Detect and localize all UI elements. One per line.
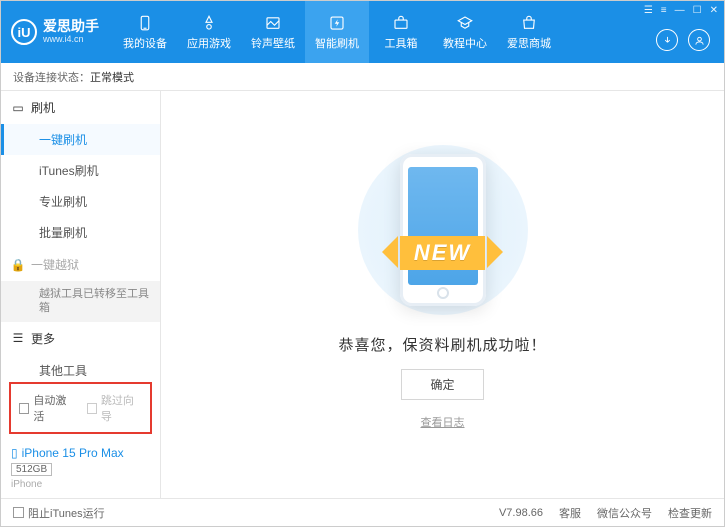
phone-icon: ▯	[11, 446, 18, 460]
group-label: 一键越狱	[31, 256, 79, 273]
highlight-box: 自动激活 跳过向导	[9, 382, 152, 434]
footer-link-support[interactable]: 客服	[559, 505, 581, 521]
sidebar-group-jailbreak[interactable]: 🔒 一键越狱	[1, 248, 160, 281]
flash-icon	[327, 14, 347, 32]
device-type: iPhone	[11, 479, 150, 490]
sidebar: ▭ 刷机 一键刷机 iTunes刷机 专业刷机 批量刷机 🔒 一键越狱 越狱工具…	[1, 91, 161, 498]
sidebar-item-batch-flash[interactable]: 批量刷机	[1, 217, 160, 248]
tutorial-icon	[455, 14, 475, 32]
nav-toolbox[interactable]: 工具箱	[369, 1, 433, 63]
footer-link-wechat[interactable]: 微信公众号	[597, 505, 652, 521]
apps-icon	[199, 14, 219, 32]
sidebar-item-itunes-flash[interactable]: iTunes刷机	[1, 155, 160, 186]
device-name[interactable]: ▯ iPhone 15 Pro Max	[11, 446, 150, 460]
nav-apps-games[interactable]: 应用游戏	[177, 1, 241, 63]
more-icon: ☰	[11, 331, 25, 345]
download-icon[interactable]	[656, 29, 678, 51]
store-icon	[519, 14, 539, 32]
main-content: NEW 恭喜您，保资料刷机成功啦！ 确定 查看日志	[161, 91, 724, 498]
brand: iU 爱思助手 www.i4.cn	[1, 1, 113, 63]
brand-url: www.i4.cn	[43, 35, 99, 45]
lock-icon: 🔒	[11, 258, 25, 272]
sidebar-item-pro-flash[interactable]: 专业刷机	[1, 186, 160, 217]
footer: 阻止iTunes运行 V7.98.66 客服 微信公众号 检查更新	[1, 498, 724, 526]
nav-smart-flash[interactable]: 智能刷机	[305, 1, 369, 63]
confirm-button[interactable]: 确定	[401, 369, 483, 400]
close-icon[interactable]: ✕	[710, 5, 718, 16]
group-label: 刷机	[31, 99, 55, 116]
status-bar: 设备连接状态： 正常模式	[1, 63, 724, 91]
checkbox-label: 跳过向导	[101, 392, 142, 424]
success-message: 恭喜您，保资料刷机成功啦！	[338, 334, 546, 355]
wallpaper-icon	[263, 14, 283, 32]
list-icon: ▭	[11, 101, 25, 115]
nav-ringtone-wallpaper[interactable]: 铃声壁纸	[241, 1, 305, 63]
device-capacity: 512GB	[11, 463, 52, 476]
sidebar-jailbreak-note: 越狱工具已转移至工具箱	[1, 281, 160, 322]
footer-link-update[interactable]: 检查更新	[668, 505, 712, 521]
nav-my-device[interactable]: 我的设备	[113, 1, 177, 63]
menu-icon[interactable]: ☰	[644, 5, 653, 16]
checkbox-skip-guide[interactable]: 跳过向导	[87, 392, 143, 424]
new-ribbon: NEW	[400, 236, 485, 270]
top-nav: 我的设备 应用游戏 铃声壁纸 智能刷机 工具箱 教程中心	[113, 1, 648, 63]
phone-graphic	[400, 154, 486, 306]
version-label: V7.98.66	[499, 507, 543, 519]
brand-logo-icon: iU	[11, 19, 37, 45]
minimize-icon[interactable]: —	[675, 5, 685, 16]
nav-label: 我的设备	[123, 35, 167, 51]
sidebar-item-other-tools[interactable]: 其他工具	[1, 355, 160, 376]
status-label: 设备连接状态：	[13, 69, 90, 85]
sidebar-item-oneclick-flash[interactable]: 一键刷机	[1, 124, 160, 155]
window-controls: ☰ ≡ — ☐ ✕	[644, 5, 718, 16]
brand-name: 爱思助手	[43, 19, 99, 34]
nav-label: 应用游戏	[187, 35, 231, 51]
nav-label: 智能刷机	[315, 35, 359, 51]
sidebar-group-more[interactable]: ☰ 更多	[1, 322, 160, 355]
settings-icon[interactable]: ≡	[661, 5, 667, 16]
nav-label: 爱思商城	[507, 35, 551, 51]
toolbox-icon	[391, 14, 411, 32]
device-info: ▯ iPhone 15 Pro Max 512GB iPhone	[1, 440, 160, 498]
nav-label: 工具箱	[385, 35, 418, 51]
checkbox-auto-activate[interactable]: 自动激活	[19, 392, 75, 424]
device-icon	[135, 14, 155, 32]
nav-label: 教程中心	[443, 35, 487, 51]
success-illustration: NEW	[333, 140, 553, 320]
group-label: 更多	[31, 330, 55, 347]
sidebar-group-flash[interactable]: ▭ 刷机	[1, 91, 160, 124]
nav-label: 铃声壁纸	[251, 35, 295, 51]
checkbox-label: 自动激活	[33, 392, 74, 424]
checkbox-label: 阻止iTunes运行	[28, 505, 105, 521]
maximize-icon[interactable]: ☐	[693, 5, 702, 16]
header: iU 爱思助手 www.i4.cn 我的设备 应用游戏 铃声壁纸 智能刷机	[1, 1, 724, 63]
user-icon[interactable]	[688, 29, 710, 51]
nav-store[interactable]: 爱思商城	[497, 1, 561, 63]
checkbox-block-itunes[interactable]: 阻止iTunes运行	[13, 505, 105, 521]
view-log-link[interactable]: 查看日志	[421, 414, 465, 430]
status-value: 正常模式	[90, 69, 134, 85]
nav-tutorials[interactable]: 教程中心	[433, 1, 497, 63]
